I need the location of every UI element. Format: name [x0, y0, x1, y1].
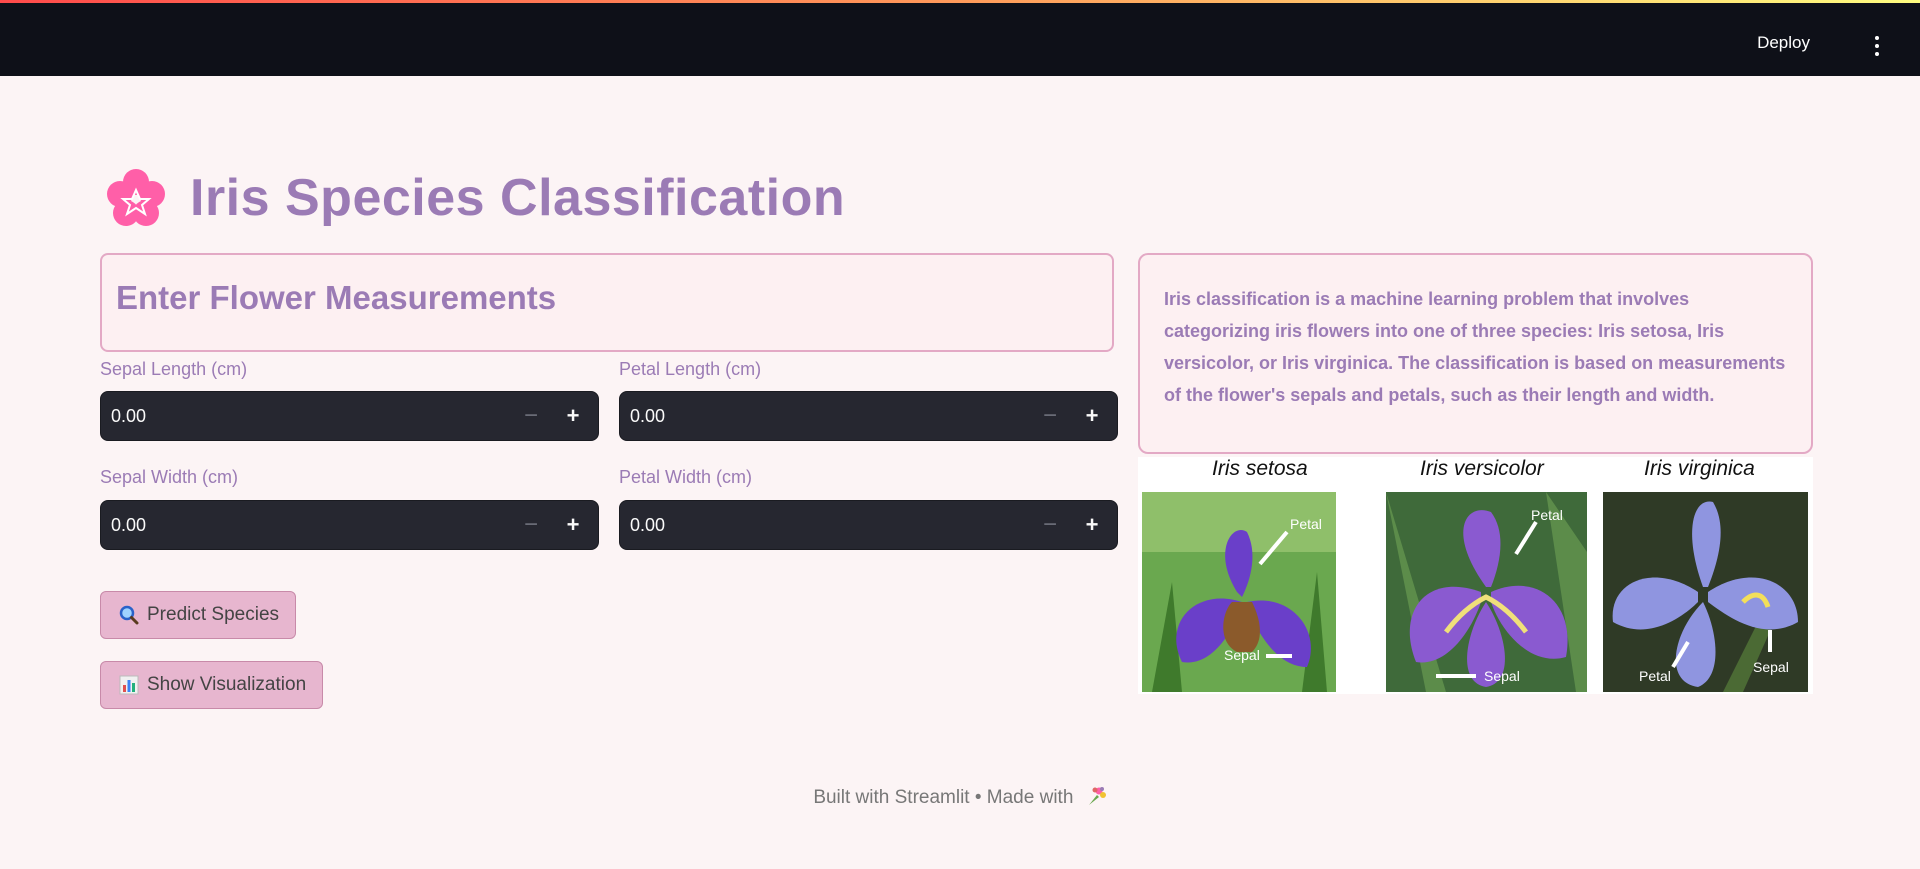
- petal-label: Petal: [1639, 668, 1671, 684]
- sepal-width-input[interactable]: 0.00 − +: [100, 500, 599, 550]
- petal-width-value[interactable]: 0.00: [630, 515, 665, 536]
- cherry-blossom-icon: [107, 169, 165, 226]
- sepal-length-label: Sepal Length (cm): [100, 359, 248, 379]
- species-name: Iris setosa: [1212, 457, 1308, 480]
- page-title-row: Iris Species Classification: [106, 168, 845, 228]
- sepal-length-input[interactable]: 0.00 − +: [100, 391, 599, 441]
- petal-label: Petal: [1531, 507, 1563, 523]
- info-box: Iris classification is a machine learnin…: [1138, 253, 1813, 454]
- footer-text: Built with Streamlit • Made with: [813, 787, 1074, 808]
- species-name: Iris virginica: [1644, 457, 1755, 480]
- predict-species-label: Predict Species: [147, 604, 280, 625]
- decrement-button[interactable]: −: [514, 509, 548, 543]
- top-bar: Deploy: [0, 0, 1920, 76]
- footer: Built with Streamlit • Made with: [0, 785, 1920, 809]
- sepal-width-label: Sepal Width (cm): [100, 467, 239, 487]
- sepal-length-value[interactable]: 0.00: [111, 406, 146, 427]
- iris-versicolor-photo: Petal Sepal: [1386, 492, 1587, 692]
- page-title: Iris Species Classification: [190, 169, 846, 227]
- sepal-label: Sepal: [1484, 668, 1520, 684]
- species-name: Iris versicolor: [1420, 457, 1544, 480]
- bar-chart-icon: [119, 675, 139, 695]
- petal-length-input[interactable]: 0.00 − +: [619, 391, 1118, 441]
- petal-label: Petal: [1290, 516, 1322, 532]
- show-visualization-label: Show Visualization: [147, 674, 307, 695]
- iris-setosa-photo: Petal Sepal: [1142, 492, 1336, 692]
- petal-length-value[interactable]: 0.00: [630, 406, 665, 427]
- decrement-button[interactable]: −: [514, 400, 548, 434]
- increment-button[interactable]: +: [556, 400, 590, 434]
- show-visualization-button[interactable]: Show Visualization: [100, 661, 324, 709]
- bouquet-icon: [1088, 787, 1106, 805]
- increment-button[interactable]: +: [1075, 509, 1109, 543]
- deploy-button[interactable]: Deploy: [1757, 33, 1810, 53]
- measurements-heading: Enter Flower Measurements: [116, 279, 557, 316]
- measurements-panel: Enter Flower Measurements: [100, 253, 1114, 352]
- petal-width-label: Petal Width (cm): [619, 467, 753, 487]
- increment-button[interactable]: +: [556, 509, 590, 543]
- petal-width-input[interactable]: 0.00 − +: [619, 500, 1118, 550]
- increment-button[interactable]: +: [1075, 400, 1109, 434]
- iris-virginica-photo: Petal Sepal: [1603, 492, 1808, 692]
- predict-species-button[interactable]: Predict Species: [100, 591, 297, 639]
- iris-species-figure: Iris setosa Iris versicolor Iris virgini…: [1138, 457, 1813, 694]
- sepal-label: Sepal: [1753, 659, 1789, 675]
- decrement-button[interactable]: −: [1033, 509, 1067, 543]
- sepal-width-value[interactable]: 0.00: [111, 515, 146, 536]
- decrement-button[interactable]: −: [1033, 400, 1067, 434]
- magnifying-glass-icon: [119, 605, 139, 625]
- sepal-label: Sepal: [1224, 647, 1260, 663]
- petal-length-label: Petal Length (cm): [619, 359, 762, 379]
- decoration-stripe: [0, 0, 1920, 3]
- info-text: Iris classification is a machine learnin…: [1164, 289, 1786, 405]
- kebab-menu-icon[interactable]: [1874, 36, 1880, 56]
